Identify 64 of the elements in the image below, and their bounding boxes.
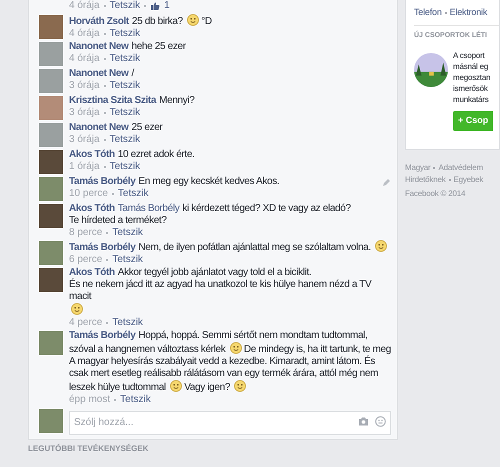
comment-text: Tamás Borbély Nem, de ilyen pofátlan ajánlattal meg se szólaltam volna.: [69, 240, 391, 254]
like-link[interactable]: Tetszik: [112, 254, 143, 265]
like-link[interactable]: Tetszik: [110, 53, 140, 64]
author-link[interactable]: Akos Tóth: [69, 149, 115, 160]
like-link[interactable]: Tetszik: [110, 80, 140, 91]
smiley-icon: [187, 14, 200, 26]
author-link[interactable]: Tamás Borbély: [69, 330, 136, 341]
copyright-text: Facebook © 2014: [405, 188, 466, 200]
avatar-placeholder[interactable]: [39, 96, 63, 120]
category-link[interactable]: Elektronik: [450, 6, 488, 20]
like-link[interactable]: Tetszik: [110, 161, 140, 172]
avatar-placeholder[interactable]: [39, 123, 63, 147]
author-link[interactable]: Akos Tóth: [69, 267, 115, 278]
avatar-placeholder[interactable]: [39, 177, 63, 201]
author-link[interactable]: Horváth Zsolt: [69, 16, 129, 27]
landscape-illustration-icon: [414, 53, 448, 87]
comment-text: Tamás Borbély Hoppá, hoppá. Semmi sértőt nem mondtam tudtommal, szóval a hangnemen változtass kérlek De mindegy is, ha itt tartunk, te meg A magyar helyesírás szabályait vedd a kezedbe. Kimaradt, amint látom. És csak mert esetleg reálisabb rálátásom van egy termék árára, attól még nem leszek hülye tudtommal Vagy igen?: [69, 330, 391, 394]
avatar-placeholder[interactable]: [39, 241, 63, 265]
author-link[interactable]: Nanonet New: [69, 68, 128, 79]
avatar-placeholder[interactable]: [39, 69, 63, 93]
author-link[interactable]: Tamás Borbély: [69, 242, 136, 253]
smiley-icon: [170, 380, 182, 392]
avatar-placeholder[interactable]: [39, 331, 63, 355]
avatar-placeholder[interactable]: [39, 150, 63, 174]
thumbs-up-icon: [150, 1, 160, 11]
smiley-icon: [234, 380, 246, 392]
like-link[interactable]: Tetszik: [112, 227, 143, 238]
author-link[interactable]: Nanonet New: [69, 41, 128, 52]
comment-text: Akos Tóth Tamás Borbély ki kérdezett téged? XD te vagy az eladó? Te hírdeted a terméket?: [69, 203, 352, 227]
category-link[interactable]: Telefon: [414, 6, 442, 20]
description-text: A csoport másnál eg megosztan ismerősök munkatárs: [453, 50, 490, 105]
avatar-placeholder[interactable]: [39, 204, 63, 228]
comment-text: Krisztina Szita Szita Mennyi?: [69, 95, 196, 107]
mention-link[interactable]: Tamás Borbély: [118, 203, 180, 214]
avatar-placeholder[interactable]: [39, 268, 63, 292]
smiley-icon: [71, 303, 83, 315]
like-link[interactable]: Tetszik: [118, 188, 148, 199]
comment-field[interactable]: Szólj hozzá...: [69, 410, 391, 434]
like-link[interactable]: Tetszik: [110, 0, 140, 12]
like-link[interactable]: Tetszik: [120, 394, 151, 405]
author-link[interactable]: Nanonet New: [69, 122, 128, 133]
like-link[interactable]: Tetszik: [110, 107, 140, 118]
like-link[interactable]: Tetszik: [110, 134, 140, 145]
emoji-icon[interactable]: [375, 416, 386, 427]
smiley-icon: [375, 240, 388, 252]
smiley-icon: [230, 342, 242, 354]
like-count: 1: [164, 0, 170, 12]
pencil-icon[interactable]: [383, 178, 391, 186]
author-link[interactable]: Akos Tóth: [69, 203, 115, 214]
avatar-placeholder[interactable]: [39, 15, 63, 39]
comment-text: Akos Tóth Akkor tegyél jobb ajánlatot vagy told el a biciklit. És ne nekem jácd itt az agyad ha unatkozol te kis hülye hanem nézd a TV macit: [69, 267, 391, 317]
like-link[interactable]: Tetszik: [112, 317, 143, 328]
comment-text: Akos Tóth 10 ezret adok érte.: [69, 149, 196, 161]
author-link[interactable]: Tamás Borbély: [69, 176, 136, 187]
author-link[interactable]: Krisztina Szita Szita: [69, 95, 156, 106]
camera-icon[interactable]: [358, 417, 369, 426]
comment-text: Nanonet New hehe 25 ezer: [69, 41, 187, 53]
comment-text: Horváth Zsolt 25 db birka? °D: [69, 14, 213, 28]
avatar-placeholder[interactable]: [39, 42, 63, 66]
like-link[interactable]: Tetszik: [110, 28, 140, 39]
comment-text: Nanonet New /: [69, 68, 136, 80]
comment-text: Nanonet New 25 ezer: [69, 122, 164, 134]
avatar-placeholder[interactable]: [39, 409, 63, 433]
section-heading: LEGUTÓBBI TEVÉKENYSÉGEK: [28, 444, 150, 454]
